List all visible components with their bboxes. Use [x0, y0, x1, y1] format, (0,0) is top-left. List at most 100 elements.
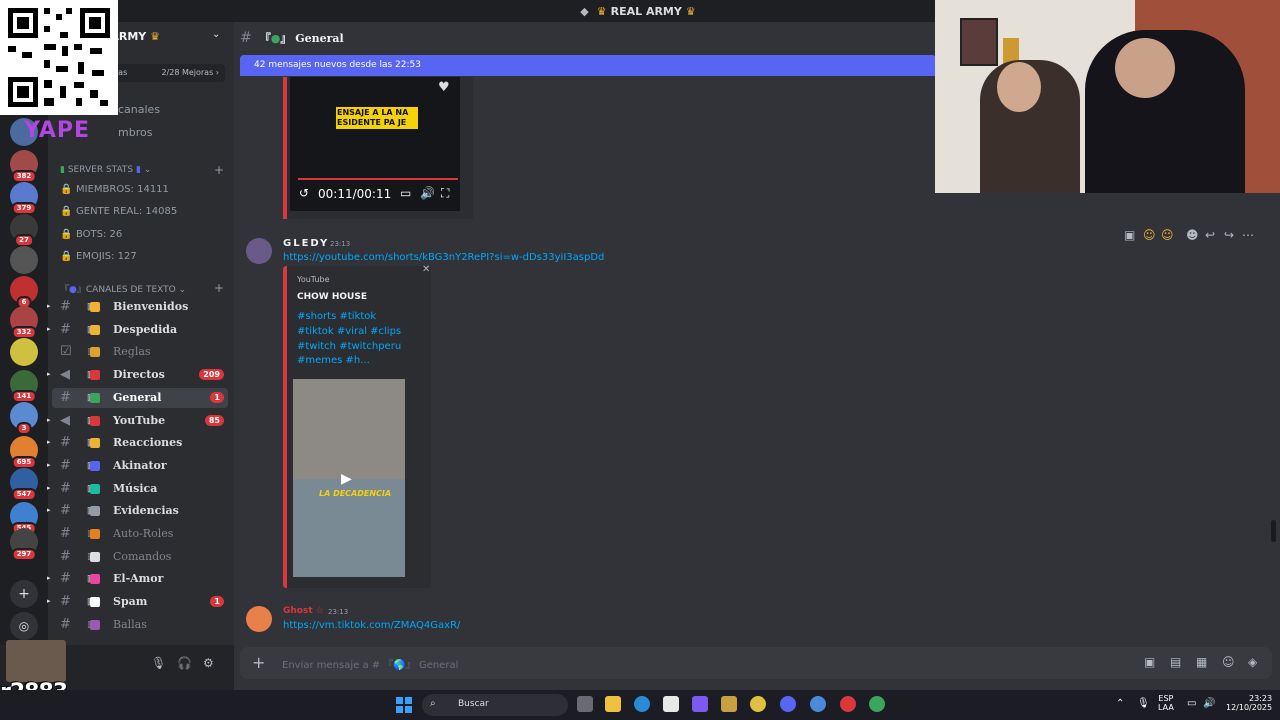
- message-author[interactable]: Ghost ☆: [283, 606, 324, 616]
- expand-caret-icon[interactable]: ▸: [47, 483, 51, 492]
- stat-bots[interactable]: 🔒 BOTS: 26: [60, 229, 122, 240]
- channel-ballas[interactable]: # 『Ballas: [52, 615, 228, 635]
- embed-desc-line[interactable]: #shorts #tiktok: [297, 311, 376, 322]
- server-icon[interactable]: 382: [10, 150, 38, 183]
- plus-icon[interactable]: +: [252, 653, 265, 672]
- server-icon[interactable]: [10, 246, 38, 274]
- embed-title[interactable]: CHOW HOUSE: [297, 292, 367, 302]
- discover-icon[interactable]: ◎: [10, 612, 38, 640]
- chrome-profile-icon[interactable]: [869, 696, 885, 712]
- server-icon[interactable]: 6: [10, 276, 38, 309]
- reaction-emoji-3[interactable]: ☺: [1161, 228, 1174, 242]
- add-server-icon[interactable]: +: [10, 580, 38, 608]
- server-icon[interactable]: 379: [10, 182, 38, 215]
- stat-real-people[interactable]: 🔒 GENTE REAL: 14085: [60, 206, 177, 217]
- server-icon[interactable]: 141: [10, 370, 38, 403]
- avatar[interactable]: [246, 606, 272, 632]
- avatar[interactable]: [246, 238, 272, 264]
- expand-caret-icon[interactable]: ▸: [47, 369, 51, 378]
- add-channel-icon[interactable]: +: [214, 281, 224, 295]
- browse-channels-link[interactable]: canales: [118, 103, 160, 116]
- channel-bienvenidos[interactable]: ▸ # 『Bienvenidos: [47, 297, 228, 317]
- keyboard-language[interactable]: ESP LAA: [1158, 694, 1174, 712]
- embed-desc-line[interactable]: #tiktok #viral #clips: [297, 326, 401, 337]
- reaction-emoji-1[interactable]: ▣: [1124, 228, 1135, 242]
- discord-icon[interactable]: [780, 696, 796, 712]
- message-author[interactable]: GLEDY: [283, 238, 329, 249]
- expand-caret-icon[interactable]: ▸: [47, 460, 51, 469]
- volume-icon[interactable]: 🔊: [1203, 698, 1215, 709]
- snipping-tool-icon[interactable]: [663, 696, 679, 712]
- headphones-icon[interactable]: 🎧: [177, 656, 192, 670]
- embed-provider[interactable]: YouTube: [297, 275, 330, 284]
- channel-general[interactable]: # 『General 1: [52, 388, 228, 408]
- channel-akinator[interactable]: ▸ # 『Akinator: [47, 456, 228, 476]
- channel-comandos[interactable]: # 『Comandos: [52, 547, 228, 567]
- captions-icon[interactable]: ▭: [400, 186, 411, 200]
- message-input[interactable]: Enviar mensaje a # 『🌎』 General: [282, 656, 458, 671]
- gif-icon[interactable]: ▤: [1170, 655, 1181, 669]
- expand-caret-icon[interactable]: ▸: [47, 437, 51, 446]
- channel-youtube[interactable]: ▸ ◀ 『YouTube 85: [47, 411, 228, 431]
- channel-reacciones[interactable]: ▸ # 『Reacciones: [47, 433, 228, 453]
- channel-el-amor[interactable]: ▸ # 『El-Amor: [47, 569, 228, 589]
- stat-emojis[interactable]: 🔒 EMOJIS: 127: [60, 251, 137, 262]
- expand-caret-icon[interactable]: ▸: [47, 301, 51, 310]
- server-icon[interactable]: [10, 338, 38, 366]
- sticker-icon[interactable]: ▦: [1196, 655, 1207, 669]
- server-icon[interactable]: 547: [10, 468, 38, 501]
- network-icon[interactable]: ▭: [1187, 698, 1196, 709]
- channel-despedida[interactable]: ▸ # 『Despedida: [47, 320, 228, 340]
- video-progress-bar[interactable]: [298, 178, 458, 180]
- edge-icon[interactable]: [634, 696, 650, 712]
- obs-icon[interactable]: [840, 696, 856, 712]
- server-icon[interactable]: 27: [10, 214, 38, 247]
- expand-caret-icon[interactable]: ▸: [47, 324, 51, 333]
- chevron-down-icon[interactable]: ⌄: [212, 29, 220, 40]
- server-icon[interactable]: 3: [10, 402, 38, 435]
- windows-start-icon[interactable]: [396, 697, 412, 713]
- channel-directos[interactable]: ▸ ◀ 『Directos 209: [47, 365, 228, 385]
- server-icon[interactable]: 332: [10, 306, 38, 339]
- forward-icon[interactable]: ↪: [1224, 228, 1234, 242]
- task-view-icon[interactable]: [577, 696, 593, 712]
- scrollbar-thumb[interactable]: [1271, 520, 1276, 542]
- microphone-icon[interactable]: 🎙: [151, 656, 166, 670]
- add-channel-icon[interactable]: +: [214, 163, 224, 177]
- channel-m-sica[interactable]: ▸ # 『Música: [47, 479, 228, 499]
- server-icon[interactable]: 297: [10, 528, 38, 561]
- add-reaction-icon[interactable]: ☻: [1186, 228, 1199, 242]
- category-server-stats[interactable]: ▮ SERVER STATS ▮ ⌄: [60, 165, 151, 175]
- taskbar-search[interactable]: ⌕ Buscar: [422, 694, 568, 716]
- activities-icon[interactable]: ◈: [1248, 655, 1257, 669]
- gear-icon[interactable]: ⚙: [203, 656, 214, 670]
- stat-members[interactable]: 🔒 MIEMBROS: 14111: [60, 184, 169, 195]
- clock[interactable]: 23:23 12/10/2025: [1226, 694, 1272, 712]
- channel-spam[interactable]: ▸ # 『Spam 1: [47, 592, 228, 612]
- message-link[interactable]: https://youtube.com/shorts/kBG3nY2RePI?s…: [283, 252, 604, 263]
- gift-icon[interactable]: ▣: [1144, 655, 1155, 669]
- app-icon[interactable]: [721, 696, 737, 712]
- reply-icon[interactable]: ↩: [1205, 228, 1215, 242]
- fullscreen-icon[interactable]: ⛶: [441, 186, 449, 201]
- microphone-icon[interactable]: 🎙: [1137, 698, 1150, 709]
- channel-evidencias[interactable]: ▸ # 『Evidencias: [47, 501, 228, 521]
- chrome-profile-icon[interactable]: [810, 696, 826, 712]
- embed-desc-line[interactable]: #twitch #twitchperu: [297, 341, 401, 352]
- channel-auto-roles[interactable]: # 『Auto-Roles: [52, 524, 228, 544]
- expand-caret-icon[interactable]: ▸: [47, 505, 51, 514]
- channel-reglas[interactable]: ☑ 『Reglas: [52, 342, 228, 362]
- close-icon[interactable]: ✕: [422, 264, 430, 275]
- play-icon[interactable]: ▶: [341, 471, 352, 487]
- volume-icon[interactable]: 🔊: [420, 186, 435, 200]
- file-explorer-icon[interactable]: [605, 696, 621, 712]
- replay-icon[interactable]: ↺: [299, 186, 309, 200]
- reaction-emoji-2[interactable]: ☺: [1143, 228, 1156, 242]
- expand-caret-icon[interactable]: ▸: [47, 596, 51, 605]
- chevron-up-icon[interactable]: ⌃: [1116, 698, 1124, 709]
- message-link[interactable]: https://vm.tiktok.com/ZMAQ4GaxR/: [283, 620, 460, 631]
- expand-caret-icon[interactable]: ▸: [47, 415, 51, 424]
- chrome-icon[interactable]: [750, 696, 766, 712]
- embed-desc-line[interactable]: #memes #h...: [297, 355, 370, 366]
- category-text-channels[interactable]: 『●』CANALES DE TEXTO ⌄: [60, 282, 186, 295]
